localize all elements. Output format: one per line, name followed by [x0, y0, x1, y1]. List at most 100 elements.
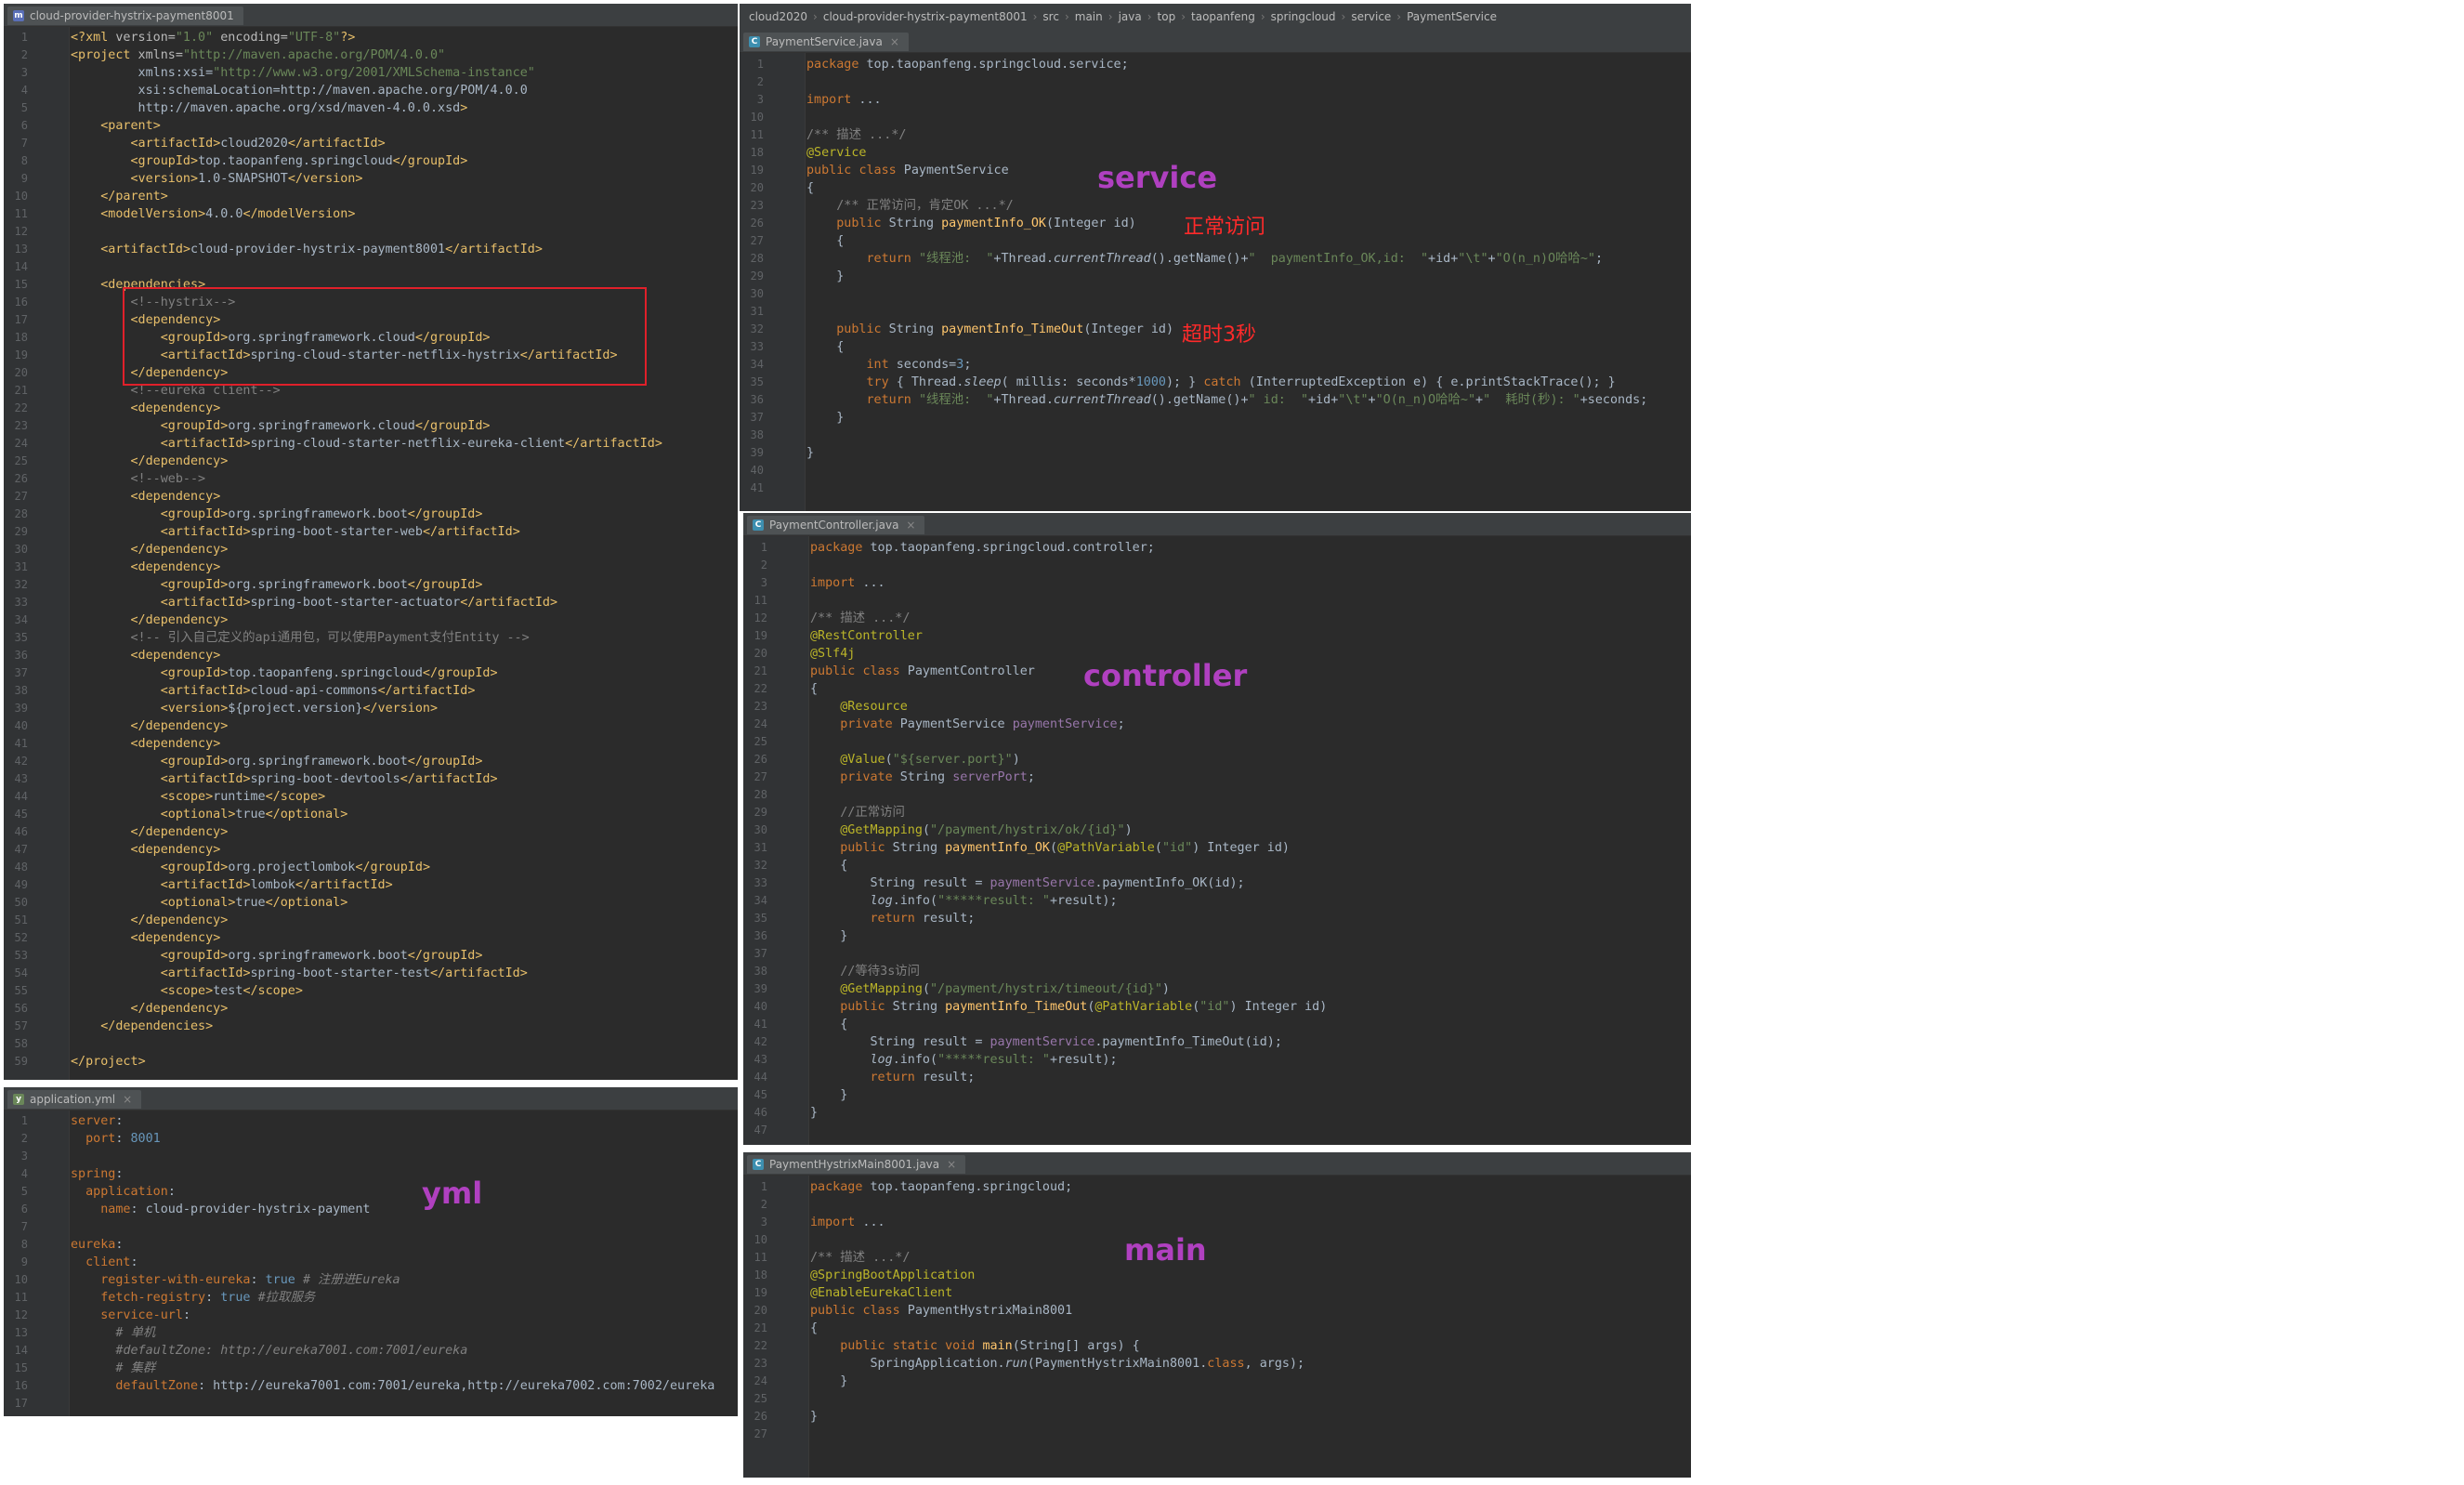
- code-line[interactable]: /** 描述 ...*/: [810, 610, 910, 627]
- code-line[interactable]: log.info("*****result: "+result);: [810, 1051, 1118, 1069]
- code-line[interactable]: String result = paymentService.paymentIn…: [810, 1033, 1281, 1051]
- code-line[interactable]: </dependency>: [71, 611, 229, 629]
- code-line[interactable]: @RestController: [810, 627, 923, 645]
- code-line[interactable]: <artifactId>spring-boot-starter-actuator…: [71, 594, 557, 611]
- code-line[interactable]: package top.taopanfeng.springcloud;: [810, 1178, 1072, 1196]
- code-line[interactable]: public String paymentInfo_OK(Integer id): [806, 215, 1136, 232]
- code-line[interactable]: <artifactId>spring-boot-starter-web</art…: [71, 523, 520, 541]
- code-line[interactable]: #defaultZone: http://eureka7001.com:7001…: [71, 1342, 467, 1360]
- code-line[interactable]: <artifactId>cloud2020</artifactId>: [71, 135, 386, 152]
- breadcrumb-item[interactable]: PaymentService: [1407, 10, 1497, 23]
- breadcrumb-item[interactable]: cloud-provider-hystrix-payment8001: [823, 10, 1028, 23]
- code-line[interactable]: @GetMapping("/payment/hystrix/ok/{id}"): [810, 821, 1132, 839]
- code-line[interactable]: <groupId>org.projectlombok</groupId>: [71, 859, 430, 876]
- code-line[interactable]: <dependency>: [71, 647, 221, 664]
- code-line[interactable]: <groupId>org.springframework.boot</group…: [71, 576, 483, 594]
- code-line[interactable]: {: [810, 857, 847, 874]
- code-line[interactable]: defaultZone: http://eureka7001.com:7001/…: [71, 1377, 714, 1395]
- code-line[interactable]: import ...: [806, 91, 882, 109]
- code-line[interactable]: <scope>test</scope>: [71, 982, 303, 1000]
- code-line[interactable]: <optional>true</optional>: [71, 894, 348, 912]
- code-line[interactable]: register-with-eureka: true # 注册进Eureka: [71, 1271, 400, 1289]
- breadcrumb-item[interactable]: springcloud: [1271, 10, 1336, 23]
- code-line[interactable]: /** 正常访问，肯定OK ...*/: [806, 197, 1014, 215]
- code-line[interactable]: </dependency>: [71, 1000, 229, 1018]
- code-line[interactable]: # 集群: [71, 1360, 155, 1377]
- code-line[interactable]: <groupId>top.taopanfeng.springcloud</gro…: [71, 664, 498, 682]
- close-icon[interactable]: ×: [906, 519, 915, 532]
- code-line[interactable]: }: [806, 268, 844, 285]
- code-line[interactable]: server:: [71, 1112, 123, 1130]
- code-line[interactable]: application:: [71, 1183, 176, 1201]
- code-line[interactable]: @Value("${server.port}"): [810, 751, 1020, 769]
- code-line[interactable]: {: [806, 179, 814, 197]
- code-line[interactable]: <artifactId>spring-cloud-starter-netflix…: [71, 435, 662, 453]
- code-line[interactable]: public static void main(String[] args) {: [810, 1337, 1140, 1355]
- code-line[interactable]: @GetMapping("/payment/hystrix/timeout/{i…: [810, 980, 1170, 998]
- code-line[interactable]: //等待3s访问: [810, 963, 920, 980]
- code-line[interactable]: return result;: [810, 1069, 976, 1086]
- code-line[interactable]: </parent>: [71, 188, 168, 205]
- code-line[interactable]: public class PaymentService: [806, 162, 1009, 179]
- code-line[interactable]: }: [810, 927, 847, 945]
- code-line[interactable]: {: [806, 232, 844, 250]
- code-line[interactable]: <optional>true</optional>: [71, 806, 348, 823]
- code-line[interactable]: log.info("*****result: "+result);: [810, 892, 1118, 910]
- breadcrumb-item[interactable]: main: [1075, 10, 1103, 23]
- code-line[interactable]: <project xmlns="http://maven.apache.org/…: [71, 46, 445, 64]
- code-line[interactable]: eureka:: [71, 1236, 123, 1254]
- code-line[interactable]: SpringApplication.run(PaymentHystrixMain…: [810, 1355, 1304, 1373]
- code-line[interactable]: <modelVersion>4.0.0</modelVersion>: [71, 205, 355, 223]
- tab-payment-service[interactable]: C PaymentService.java ×: [743, 33, 909, 51]
- code-line[interactable]: @EnableEurekaClient: [810, 1284, 952, 1302]
- code-line[interactable]: return "线程池: "+Thread.currentThread().ge…: [806, 250, 1604, 268]
- code-line[interactable]: public String paymentInfo_TimeOut(Intege…: [806, 321, 1173, 338]
- breadcrumb-item[interactable]: service: [1351, 10, 1391, 23]
- code-line[interactable]: /** 描述 ...*/: [810, 1249, 910, 1267]
- code-line[interactable]: }: [806, 444, 814, 462]
- code-line[interactable]: @Resource: [810, 698, 908, 716]
- code-line[interactable]: return "线程池: "+Thread.currentThread().ge…: [806, 391, 1648, 409]
- code-line[interactable]: </dependency>: [71, 912, 229, 929]
- code-line[interactable]: //正常访问: [810, 804, 905, 821]
- code-line[interactable]: <artifactId>spring-boot-devtools</artifa…: [71, 770, 498, 788]
- code-line[interactable]: }: [806, 409, 844, 427]
- tab-payment-controller[interactable]: C PaymentController.java ×: [747, 516, 925, 534]
- code-line[interactable]: public String paymentInfo_OK(@PathVariab…: [810, 839, 1290, 857]
- code-line[interactable]: import ...: [810, 574, 885, 592]
- code-line[interactable]: <artifactId>cloud-provider-hystrix-payme…: [71, 241, 543, 258]
- code-line[interactable]: <groupId>org.springframework.cloud</grou…: [71, 417, 491, 435]
- code-line[interactable]: </dependency>: [71, 541, 229, 559]
- code-line[interactable]: <groupId>org.springframework.boot</group…: [71, 753, 483, 770]
- code-line[interactable]: }: [810, 1373, 847, 1390]
- code-line[interactable]: client:: [71, 1254, 138, 1271]
- code-line[interactable]: int seconds=3;: [806, 356, 972, 374]
- code-line[interactable]: </project>: [71, 1053, 146, 1071]
- tab-main-class[interactable]: C PaymentHystrixMain8001.java ×: [747, 1155, 966, 1174]
- code-line[interactable]: String result = paymentService.paymentIn…: [810, 874, 1244, 892]
- breadcrumb-item[interactable]: top: [1158, 10, 1176, 23]
- close-icon[interactable]: ×: [890, 35, 899, 48]
- code-line[interactable]: port: 8001: [71, 1130, 161, 1148]
- code-line[interactable]: <dependency>: [71, 400, 221, 417]
- code-line[interactable]: public String paymentInfo_TimeOut(@PathV…: [810, 998, 1327, 1016]
- code-line[interactable]: <version>${project.version}</version>: [71, 700, 438, 717]
- code-line[interactable]: service-url:: [71, 1307, 190, 1324]
- code-line[interactable]: </dependency>: [71, 453, 229, 470]
- code-line[interactable]: private PaymentService paymentService;: [810, 716, 1124, 733]
- code-line[interactable]: <version>1.0-SNAPSHOT</version>: [71, 170, 363, 188]
- code-line[interactable]: xsi:schemaLocation=http://maven.apache.o…: [71, 82, 528, 99]
- code-line[interactable]: {: [806, 338, 844, 356]
- code-line[interactable]: spring:: [71, 1165, 123, 1183]
- code-line[interactable]: <dependency>: [71, 841, 221, 859]
- code-line[interactable]: <!-- 引入自己定义的api通用包，可以使用Payment支付Entity -…: [71, 629, 529, 647]
- code-line[interactable]: name: cloud-provider-hystrix-payment: [71, 1201, 370, 1218]
- code-line[interactable]: package top.taopanfeng.springcloud.contr…: [810, 539, 1155, 557]
- tab-pom[interactable]: m cloud-provider-hystrix-payment8001: [7, 7, 243, 25]
- code-line[interactable]: return result;: [810, 910, 976, 927]
- code-line[interactable]: {: [810, 1016, 847, 1033]
- code-line[interactable]: http://maven.apache.org/xsd/maven-4.0.0.…: [71, 99, 468, 117]
- code-line[interactable]: @Slf4j: [810, 645, 855, 663]
- breadcrumb-item[interactable]: src: [1042, 10, 1059, 23]
- code-line[interactable]: try { Thread.sleep( millis: seconds*1000…: [806, 374, 1616, 391]
